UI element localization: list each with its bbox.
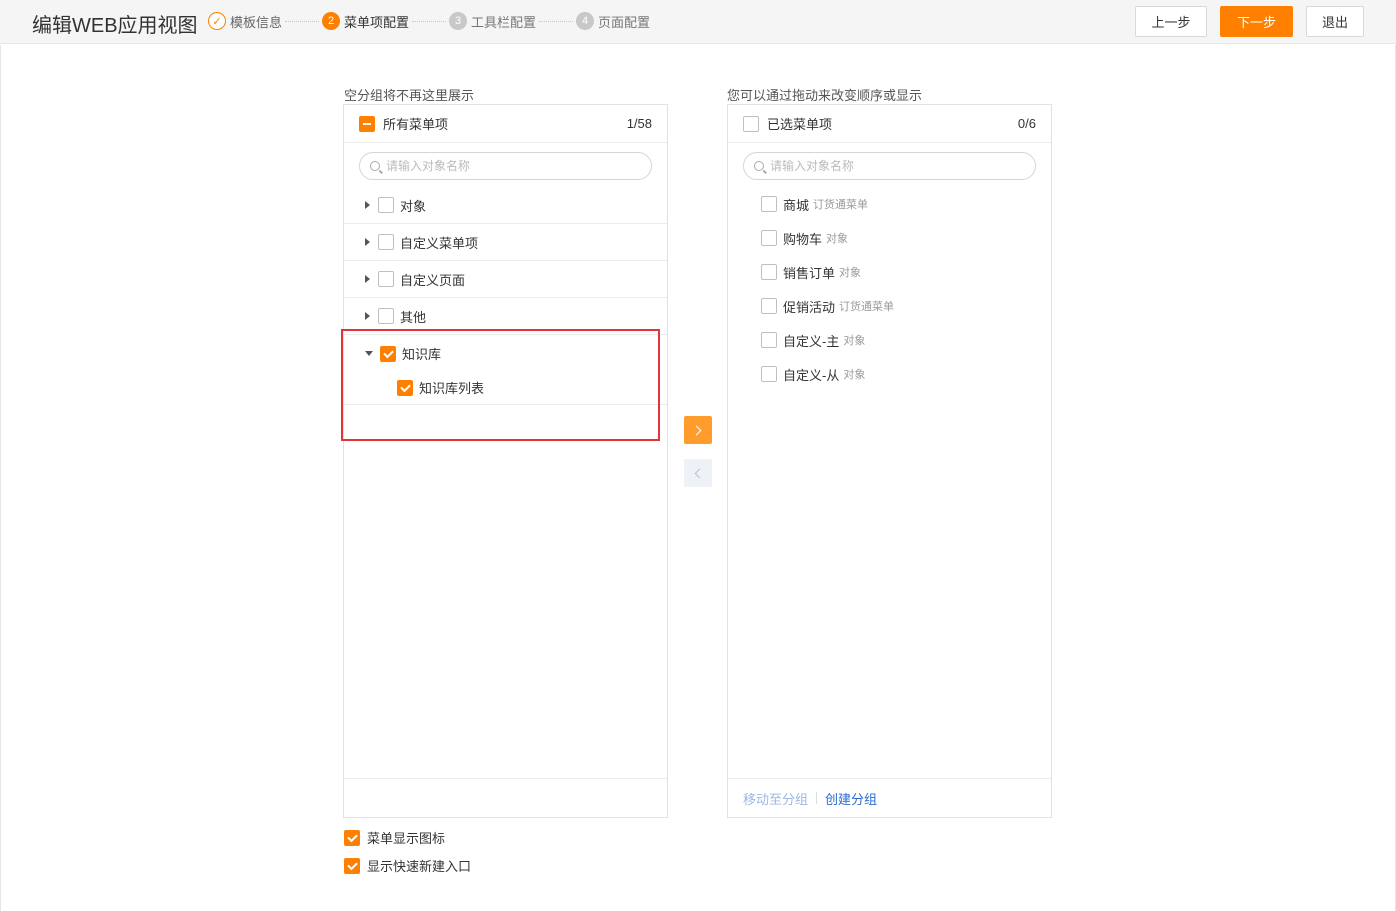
all-menu-items-panel: 所有菜单项 1/58 对象 自定义菜单项 自定义页面 其他 知识库 知识库列表 [343, 104, 668, 818]
show-quick-create-option[interactable]: 显示快速新建入口 [344, 856, 471, 875]
select-all-checkbox[interactable] [743, 115, 759, 132]
panel-title: 所有菜单项 [383, 117, 449, 132]
item-name: 自定义-从 [783, 367, 840, 383]
search-input[interactable] [770, 159, 1010, 173]
item-type: 对象 [843, 335, 866, 347]
item-checkbox[interactable] [761, 196, 777, 212]
expand-icon[interactable] [365, 238, 370, 246]
top-bar: 编辑WEB应用视图 ✓ 模板信息 2 菜单项配置 3 工具栏配置 4 页面配置 … [0, 0, 1396, 44]
item-name: 购物车 [783, 231, 823, 247]
step-label: 页面配置 [598, 14, 651, 30]
left-search-box[interactable] [359, 152, 652, 180]
selected-item[interactable]: 促销活动 订货通菜单 [761, 296, 894, 316]
group-label: 其他 [400, 309, 427, 325]
show-quick-create-checkbox[interactable] [344, 857, 360, 874]
tree-group-object[interactable]: 对象 [344, 187, 667, 224]
selected-menu-items-panel: 已选菜单项 0/6 商城 订货通菜单 购物车 对象 销售订单 对象 促销活动 订… [727, 104, 1052, 818]
item-type: 对象 [826, 233, 849, 245]
step-indicator: ✓ 模板信息 2 菜单项配置 3 工具栏配置 4 页面配置 [208, 11, 650, 31]
panel-header: 已选菜单项 0/6 [728, 105, 1051, 143]
selected-item[interactable]: 销售订单 对象 [761, 262, 861, 282]
item-checkbox[interactable] [761, 264, 777, 280]
chevron-right-icon [691, 425, 702, 435]
tree-group-custom-page[interactable]: 自定义页面 [344, 261, 667, 298]
item-checkbox[interactable] [761, 366, 777, 382]
selected-item[interactable]: 自定义-主 对象 [761, 330, 865, 350]
link-divider [816, 792, 818, 804]
step-label: 模板信息 [230, 14, 283, 30]
check-icon: ✓ [208, 12, 226, 30]
show-icon-checkbox[interactable] [344, 829, 360, 846]
step-number: 2 [322, 12, 341, 30]
exit-button[interactable]: 退出 [1306, 6, 1364, 37]
item-name: 销售订单 [783, 265, 836, 281]
move-left-button[interactable] [684, 459, 712, 487]
option-label: 菜单显示图标 [367, 831, 446, 846]
item-count: 1/58 [626, 116, 652, 131]
search-icon [370, 161, 380, 171]
group-label: 自定义页面 [400, 272, 466, 288]
step-label: 工具栏配置 [471, 14, 537, 30]
show-icon-option[interactable]: 菜单显示图标 [344, 828, 445, 847]
tree-group-custom-menu[interactable]: 自定义菜单项 [344, 224, 667, 261]
item-name: 商城 [783, 197, 810, 213]
step-number: 3 [449, 12, 468, 30]
highlight-box [341, 329, 660, 441]
item-type: 对象 [839, 267, 862, 279]
group-checkbox[interactable] [378, 308, 394, 324]
item-checkbox[interactable] [761, 298, 777, 314]
create-group-link[interactable]: 创建分组 [825, 789, 877, 808]
item-checkbox[interactable] [761, 230, 777, 246]
item-checkbox[interactable] [761, 332, 777, 348]
selected-item[interactable]: 购物车 对象 [761, 228, 848, 248]
step-number: 4 [576, 12, 595, 30]
group-checkbox[interactable] [378, 197, 394, 213]
item-name: 促销活动 [783, 299, 836, 315]
selected-item[interactable]: 自定义-从 对象 [761, 364, 865, 384]
step-divider [285, 20, 320, 22]
panel-title: 已选菜单项 [767, 117, 833, 132]
step-toolbar-config[interactable]: 3 工具栏配置 [449, 12, 536, 31]
group-checkbox[interactable] [378, 234, 394, 250]
search-input[interactable] [386, 159, 626, 173]
move-right-button[interactable] [684, 416, 712, 444]
step-divider [539, 20, 574, 22]
item-name: 自定义-主 [783, 333, 840, 349]
search-icon [754, 161, 764, 171]
right-hint: 您可以通过拖动来改变顺序或显示 [727, 88, 923, 103]
select-all-checkbox[interactable] [359, 115, 375, 132]
step-menu-config[interactable]: 2 菜单项配置 [322, 12, 409, 31]
step-label: 菜单项配置 [344, 14, 410, 30]
left-hint: 空分组将不再这里展示 [344, 88, 475, 103]
item-type: 订货通菜单 [813, 199, 869, 211]
next-step-button[interactable]: 下一步 [1220, 6, 1293, 37]
expand-icon[interactable] [365, 275, 370, 283]
item-type: 订货通菜单 [839, 301, 895, 313]
option-label: 显示快速新建入口 [367, 859, 472, 874]
panel-header: 所有菜单项 1/58 [344, 105, 667, 143]
selected-item[interactable]: 商城 订货通菜单 [761, 194, 868, 214]
page-title: 编辑WEB应用视图 [32, 15, 198, 37]
group-label: 自定义菜单项 [400, 235, 479, 251]
expand-icon[interactable] [365, 201, 370, 209]
group-label: 对象 [400, 198, 427, 214]
chevron-left-icon [694, 468, 705, 478]
right-panel-footer: 移动至分组 创建分组 [728, 778, 1051, 817]
step-template-info[interactable]: ✓ 模板信息 [208, 12, 282, 31]
prev-step-button[interactable]: 上一步 [1135, 6, 1207, 37]
right-search-box[interactable] [743, 152, 1036, 180]
left-panel-footer [344, 778, 667, 817]
group-checkbox[interactable] [378, 271, 394, 287]
step-divider [412, 20, 447, 22]
expand-icon[interactable] [365, 312, 370, 320]
item-type: 对象 [843, 369, 866, 381]
item-count: 0/6 [1017, 116, 1036, 131]
step-page-config[interactable]: 4 页面配置 [576, 12, 650, 31]
move-to-group-link[interactable]: 移动至分组 [743, 789, 808, 808]
